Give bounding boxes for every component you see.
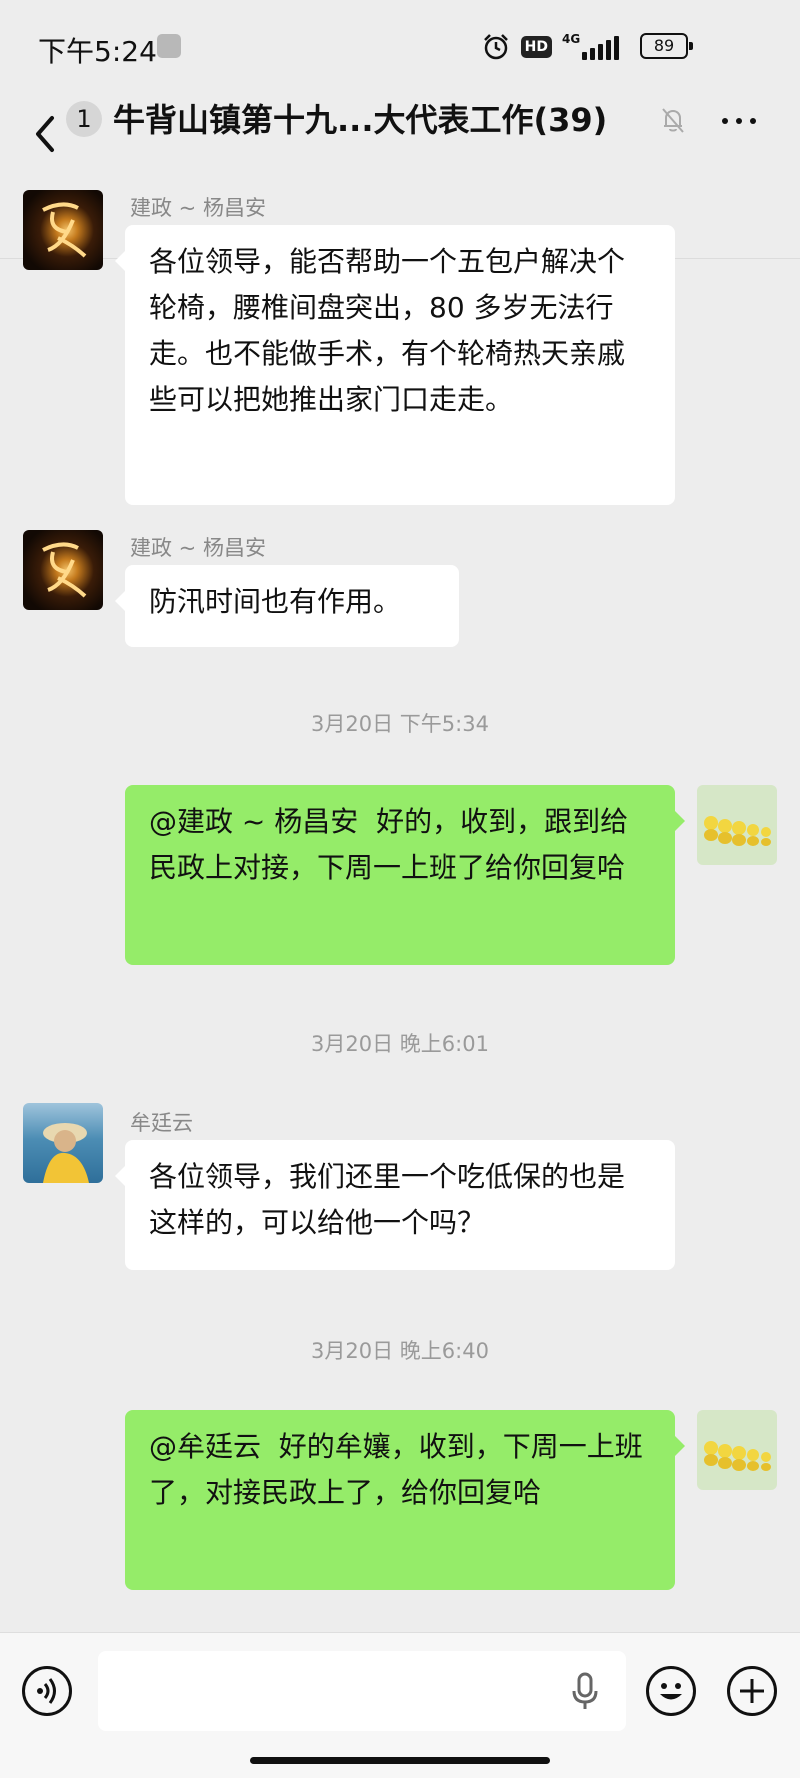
avatar[interactable] <box>23 190 103 270</box>
message-bubble[interactable]: 各位领导，能否帮助一个五包户解决个轮椅，腰椎间盘突出，80 多岁无法行走。也不能… <box>115 225 675 505</box>
back-arrow-icon[interactable] <box>26 106 66 162</box>
emoji-icon[interactable] <box>646 1666 696 1716</box>
app-notification-icon <box>157 34 181 58</box>
chat-header: 1 牛背山镇第十九...大代表工作(39) <box>0 92 800 259</box>
message-bubble[interactable]: 防汛时间也有作用。 <box>115 565 459 647</box>
network-type: 4G <box>562 32 581 46</box>
avatar[interactable] <box>23 530 103 610</box>
unread-count-badge[interactable]: 1 <box>66 101 102 137</box>
message-input[interactable] <box>98 1651 626 1731</box>
message-timestamp: 3月20日 晚上6:40 <box>311 1339 489 1363</box>
chat-title[interactable]: 牛背山镇第十九...大代表工作(39) <box>113 98 633 142</box>
voice-icon[interactable] <box>22 1666 72 1716</box>
more-options-icon[interactable] <box>722 118 756 124</box>
battery-icon: 89 <box>640 33 693 59</box>
mute-bell-icon <box>662 108 684 133</box>
signal-icon: 4G <box>562 32 620 62</box>
avatar[interactable] <box>23 1103 103 1183</box>
sender-name: 建政 ~ 杨昌安 <box>130 196 266 220</box>
mic-icon[interactable] <box>572 1671 598 1711</box>
sender-name: 建政 ~ 杨昌安 <box>130 536 266 560</box>
avatar[interactable] <box>697 1410 777 1490</box>
status-bar: 下午5:24 HD 4G 89 <box>0 0 800 92</box>
alarm-icon <box>483 34 508 60</box>
message-timestamp: 3月20日 晚上6:01 <box>311 1032 489 1056</box>
home-indicator[interactable] <box>250 1757 550 1764</box>
plus-icon[interactable] <box>727 1666 777 1716</box>
status-indicators: HD 4G <box>481 30 620 64</box>
message-bubble[interactable]: @建政 ~ 杨昌安 好的，收到，跟到给民政上对接，下周一上班了给你回复哈 <box>125 785 685 965</box>
message-bubble[interactable]: @牟廷云 好的牟孃，收到，下周一上班了，对接民政上了，给你回复哈 <box>125 1410 685 1590</box>
message-timestamp: 3月20日 下午5:34 <box>311 712 489 736</box>
avatar[interactable] <box>697 785 777 865</box>
message-bubble[interactable]: 各位领导，我们还里一个吃低保的也是这样的，可以给他一个吗？ <box>115 1140 675 1270</box>
status-time: 下午5:24 <box>38 35 157 68</box>
hd-badge: HD <box>520 36 552 58</box>
sender-name: 牟廷云 <box>130 1111 193 1135</box>
